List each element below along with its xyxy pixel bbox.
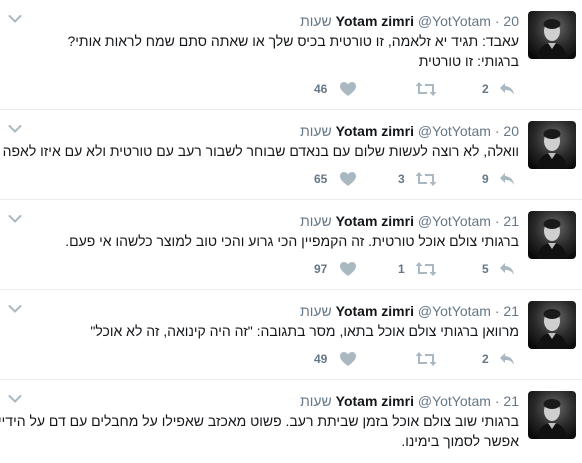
tweet-text: וואלה, לא רוצה לעשות שלום עם בנאדם שבוחר… <box>2 141 519 161</box>
tweet-text-line: ברגותי צולם אוכל טורטית. זה הקמפיין הכי … <box>65 233 519 249</box>
separator-dot: · <box>494 393 500 409</box>
tweet[interactable]: Yotam zimri @YotYotam · 21 שעות מרוואן ב… <box>0 290 582 380</box>
chevron-down-icon[interactable] <box>8 302 22 314</box>
avatar[interactable] <box>528 301 576 349</box>
retweet-icon[interactable] <box>415 349 437 369</box>
tweet-text: מרוואן ברגותי צולם אוכל בתאו, מסר בתגובה… <box>20 321 519 341</box>
tweet-text: עאבד: תגיד יא זלאמה, זו טורטית בכיס שלך … <box>20 31 519 71</box>
tweet-actions: 9 3 65 <box>0 169 582 199</box>
display-name[interactable]: Yotam zimri <box>336 213 414 229</box>
avatar[interactable] <box>528 11 576 59</box>
display-name[interactable]: Yotam zimri <box>336 303 414 319</box>
user-handle[interactable]: @YotYotam <box>418 393 491 409</box>
reply-count: 5 <box>482 262 489 276</box>
tweet-feed: Yotam zimri @YotYotam · 20 שעות עאבד: תג… <box>0 0 582 463</box>
display-name[interactable]: Yotam zimri <box>336 13 414 29</box>
retweet-count: 3 <box>398 172 405 186</box>
avatar[interactable] <box>528 121 576 169</box>
separator-dot: · <box>494 213 500 229</box>
chevron-down-icon[interactable] <box>8 212 22 224</box>
tweet-text-line: אפשר לסמוך בימינו. <box>401 433 519 449</box>
tweet-header: Yotam zimri @YotYotam · 20 שעות <box>300 11 519 31</box>
user-handle[interactable]: @YotYotam <box>418 303 491 319</box>
like-count: 46 <box>314 82 328 96</box>
retweet-icon[interactable] <box>415 259 437 279</box>
retweet-count: 1 <box>398 262 405 276</box>
tweet[interactable]: Yotam zimri @YotYotam · 20 שעות עאבד: תג… <box>0 0 582 110</box>
tweet-actions: 2 49 <box>0 349 582 379</box>
tweet-text-line: ברגותי: זו טורטית <box>418 53 519 69</box>
reply-icon[interactable] <box>497 169 517 189</box>
reply-icon[interactable] <box>497 349 517 369</box>
separator-dot: · <box>494 123 500 139</box>
tweet-text-line: עאבד: תגיד יא זלאמה, זו טורטית בכיס שלך … <box>67 33 519 49</box>
tweet-actions: 5 1 97 <box>0 259 582 289</box>
separator-dot: · <box>494 303 500 319</box>
tweet[interactable]: Yotam zimri @YotYotam · 21 שעות ברגותי ש… <box>0 380 582 463</box>
retweet-icon[interactable] <box>415 169 437 189</box>
tweet[interactable]: Yotam zimri @YotYotam · 20 שעות וואלה, ל… <box>0 110 582 200</box>
like-icon[interactable] <box>339 79 357 99</box>
user-handle[interactable]: @YotYotam <box>418 123 491 139</box>
avatar[interactable] <box>528 391 576 439</box>
reply-icon[interactable] <box>497 259 517 279</box>
reply-count: 2 <box>482 82 489 96</box>
like-icon[interactable] <box>339 349 357 369</box>
separator-dot: · <box>494 13 500 29</box>
chevron-down-icon[interactable] <box>8 392 22 404</box>
tweet-text-line: וואלה, לא רוצה לעשות שלום עם בנאדם שבוחר… <box>2 143 519 159</box>
retweet-icon[interactable] <box>415 79 437 99</box>
like-icon[interactable] <box>339 169 357 189</box>
like-count: 97 <box>314 262 328 276</box>
reply-count: 9 <box>482 172 489 186</box>
tweet-header: Yotam zimri @YotYotam · 21 שעות <box>300 211 519 231</box>
reply-count: 2 <box>482 352 489 366</box>
display-name[interactable]: Yotam zimri <box>336 123 414 139</box>
tweet-text: ברגותי שוב צולם אוכל בזמן שביתת רעב. פשו… <box>0 411 519 451</box>
like-count: 49 <box>314 352 328 366</box>
reply-icon[interactable] <box>497 79 517 99</box>
display-name[interactable]: Yotam zimri <box>336 393 414 409</box>
user-handle[interactable]: @YotYotam <box>418 13 491 29</box>
tweet-text: ברגותי צולם אוכל טורטית. זה הקמפיין הכי … <box>20 231 519 251</box>
tweet-header: Yotam zimri @YotYotam · 21 שעות <box>300 391 519 411</box>
like-icon[interactable] <box>339 259 357 279</box>
tweet-text-line: מרוואן ברגותי צולם אוכל בתאו, מסר בתגובה… <box>90 323 519 339</box>
user-handle[interactable]: @YotYotam <box>418 213 491 229</box>
tweet-header: Yotam zimri @YotYotam · 21 שעות <box>300 301 519 321</box>
tweet[interactable]: Yotam zimri @YotYotam · 21 שעות ברגותי צ… <box>0 200 582 290</box>
tweet-header: Yotam zimri @YotYotam · 20 שעות <box>300 121 519 141</box>
chevron-down-icon[interactable] <box>8 12 22 24</box>
chevron-down-icon[interactable] <box>8 122 22 134</box>
like-count: 65 <box>314 172 328 186</box>
tweet-actions: 2 46 <box>0 79 582 109</box>
tweet-text-line: ברגותי שוב צולם אוכל בזמן שביתת רעב. פשו… <box>0 413 519 429</box>
avatar[interactable] <box>528 211 576 259</box>
